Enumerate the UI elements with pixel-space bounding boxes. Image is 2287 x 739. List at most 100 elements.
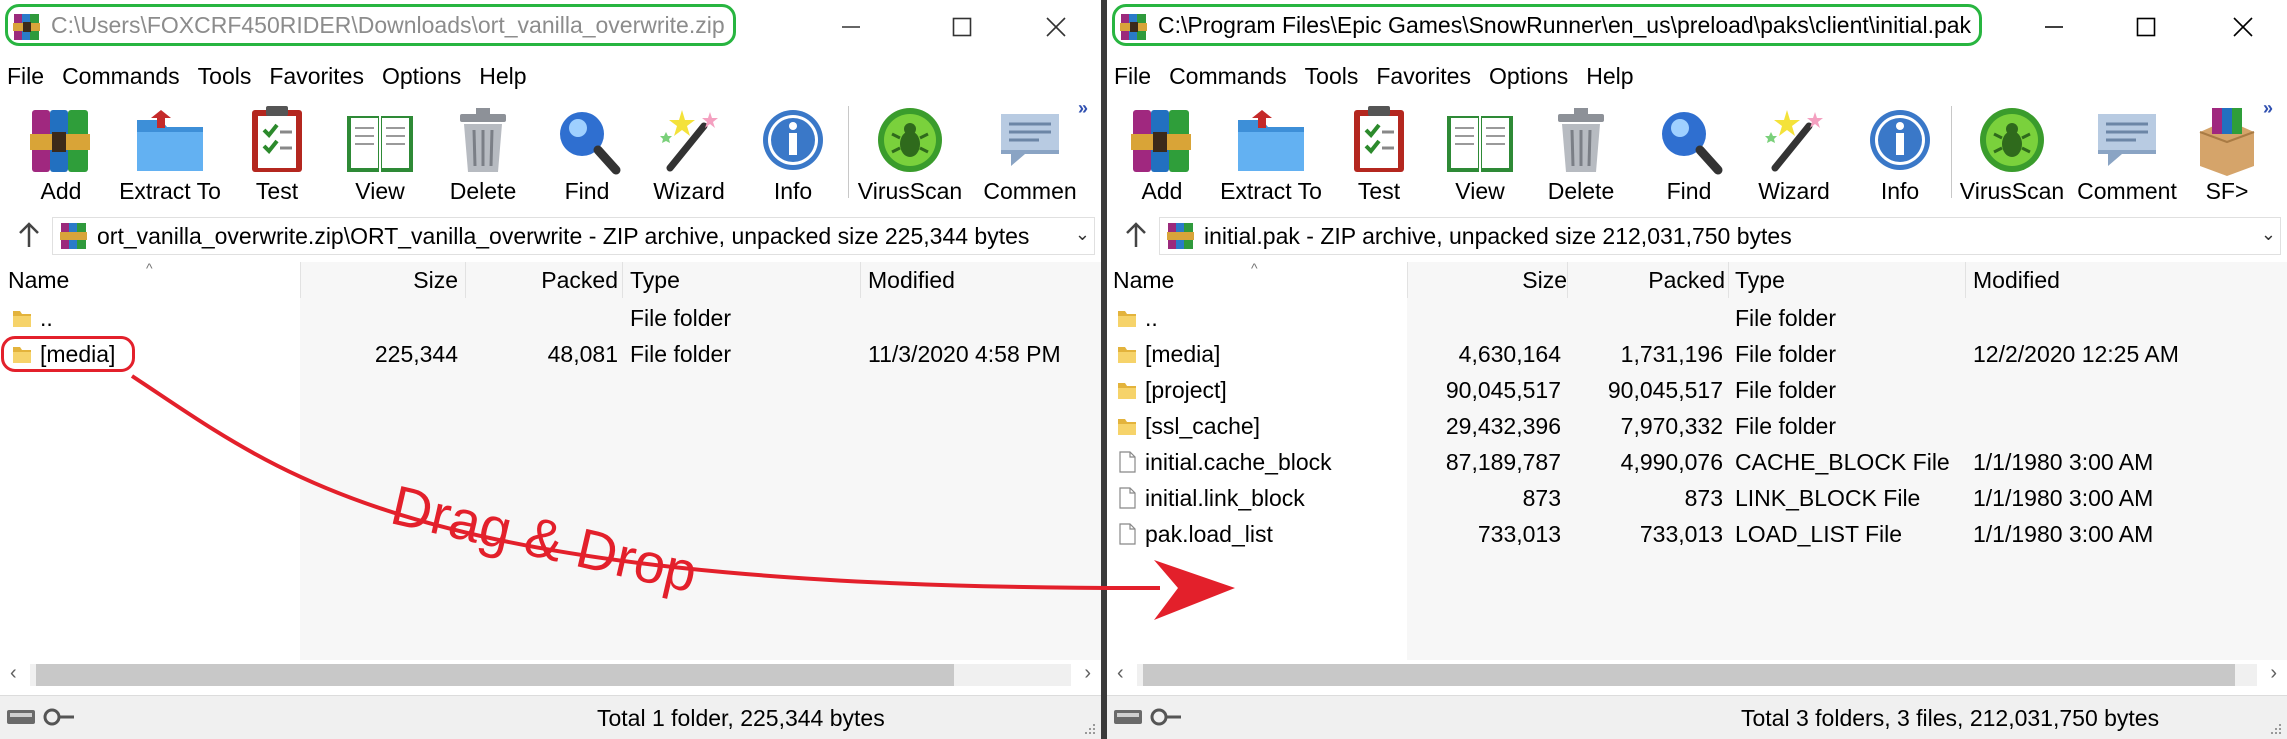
address-dropdown-chevron-icon[interactable]: ⌄ <box>2261 224 2276 245</box>
menu-file[interactable]: File <box>1107 63 1160 90</box>
menu-favorites[interactable]: Favorites <box>260 63 373 90</box>
table-row[interactable]: pak.load_list 733,013 733,013 LOAD_LIST … <box>1107 516 2287 552</box>
column-separator[interactable] <box>465 262 466 298</box>
info-button[interactable]: Info <box>756 96 830 206</box>
column-header-modified[interactable]: Modified <box>868 262 955 298</box>
table-row[interactable]: [project] 90,045,517 90,045,517 File fol… <box>1107 372 2287 408</box>
column-header-name[interactable]: Name <box>1113 262 1174 298</box>
column-header-size[interactable]: Size <box>400 262 458 298</box>
address-field[interactable]: ort_vanilla_overwrite.zip\ORT_vanilla_ov… <box>52 217 1095 255</box>
view-button[interactable]: View <box>338 96 422 206</box>
column-separator[interactable] <box>1965 262 1966 298</box>
scroll-thumb[interactable] <box>36 664 954 686</box>
test-button[interactable]: Test <box>240 96 314 206</box>
folder-icon <box>1118 419 1136 435</box>
menu-favorites[interactable]: Favorites <box>1367 63 1480 90</box>
file-icon <box>1119 487 1136 509</box>
toolbar-separator <box>1951 106 1952 198</box>
column-header-packed[interactable]: Packed <box>530 262 618 298</box>
extract-to-button[interactable]: Extract To <box>1219 96 1323 206</box>
find-button[interactable]: Find <box>550 96 624 206</box>
virusscan-button[interactable]: VirusScan <box>858 96 962 206</box>
close-button[interactable] <box>1032 8 1080 46</box>
menu-commands[interactable]: Commands <box>53 63 189 90</box>
virus-scan-bug-icon <box>878 108 942 172</box>
find-button[interactable]: Find <box>1652 96 1726 206</box>
virusscan-button[interactable]: VirusScan <box>1960 96 2064 206</box>
trash-can-icon <box>1558 108 1604 172</box>
column-separator[interactable] <box>1407 262 1408 298</box>
comment-button[interactable]: Commen <box>980 96 1080 206</box>
file-packed: 733,013 <box>1639 521 1723 547</box>
title-bar[interactable]: C:\Program Files\Epic Games\SnowRunner\e… <box>1107 0 2287 54</box>
delete-button[interactable]: Delete <box>446 96 520 206</box>
column-separator[interactable] <box>1728 262 1729 298</box>
table-row[interactable]: .. File folder <box>1107 300 2287 336</box>
column-header-type[interactable]: Type <box>1735 262 1785 298</box>
table-row[interactable]: [media] 225,344 48,081 File folder 11/3/… <box>0 336 1101 372</box>
minimize-button[interactable] <box>2030 8 2078 46</box>
menu-file[interactable]: File <box>0 63 53 90</box>
scroll-left-icon[interactable]: ‹ <box>1117 662 1124 685</box>
horizontal-scrollbar[interactable]: ‹ › <box>1107 660 2287 690</box>
scroll-left-icon[interactable]: ‹ <box>10 662 17 685</box>
column-separator[interactable] <box>300 262 301 298</box>
column-header-name[interactable]: Name <box>8 262 69 298</box>
delete-button[interactable]: Delete <box>1544 96 1618 206</box>
table-row[interactable]: [ssl_cache] 29,432,396 7,970,332 File fo… <box>1107 408 2287 444</box>
extract-to-label: Extract To <box>119 178 221 204</box>
scroll-thumb[interactable] <box>1143 664 2235 686</box>
menu-commands[interactable]: Commands <box>1160 63 1296 90</box>
toolbar-overflow-chevron-icon[interactable]: » <box>1078 98 1088 119</box>
close-button[interactable] <box>2219 8 2267 46</box>
comment-button[interactable]: Comment <box>2075 96 2179 206</box>
column-separator[interactable] <box>622 262 623 298</box>
maximize-button[interactable] <box>938 8 986 46</box>
address-dropdown-chevron-icon[interactable]: ⌄ <box>1075 224 1090 245</box>
toolbar-overflow-chevron-icon[interactable]: » <box>2263 98 2273 119</box>
menu-options[interactable]: Options <box>373 63 470 90</box>
column-header-modified[interactable]: Modified <box>1973 262 2060 298</box>
menu-options[interactable]: Options <box>1480 63 1577 90</box>
menu-tools[interactable]: Tools <box>189 63 261 90</box>
table-row[interactable]: initial.link_block 873 873 LINK_BLOCK Fi… <box>1107 480 2287 516</box>
wizard-button[interactable]: Wizard <box>1754 96 1834 206</box>
menu-tools[interactable]: Tools <box>1296 63 1368 90</box>
column-separator[interactable] <box>860 262 861 298</box>
address-field[interactable]: initial.pak - ZIP archive, unpacked size… <box>1159 217 2281 255</box>
extract-to-button[interactable]: Extract To <box>118 96 222 206</box>
column-header-packed[interactable]: Packed <box>1637 262 1725 298</box>
info-button[interactable]: Info <box>1863 96 1937 206</box>
scroll-right-icon[interactable]: › <box>2270 662 2277 685</box>
file-packed: 7,970,332 <box>1620 413 1723 439</box>
view-button[interactable]: View <box>1438 96 1522 206</box>
file-type: File folder <box>630 341 731 367</box>
title-bar[interactable]: C:\Users\FOXCRF450RIDER\Downloads\ort_va… <box>0 0 1101 54</box>
open-book-icon <box>1447 116 1513 172</box>
column-header-size[interactable]: Size <box>1497 262 1567 298</box>
minimize-button[interactable] <box>827 8 875 46</box>
sfx-button[interactable]: SF> <box>2197 96 2257 206</box>
menu-help[interactable]: Help <box>470 63 535 90</box>
scroll-right-icon[interactable]: › <box>1084 662 1091 685</box>
maximize-button[interactable] <box>2122 8 2170 46</box>
resize-grip-icon[interactable] <box>1083 722 1097 736</box>
menu-bar: File Commands Tools Favorites Options He… <box>1107 58 1643 94</box>
wizard-button[interactable]: Wizard <box>652 96 726 206</box>
comment-bubble-icon <box>1001 114 1059 166</box>
up-one-level-arrow-icon[interactable] <box>1123 221 1149 249</box>
up-one-level-arrow-icon[interactable] <box>16 221 42 249</box>
resize-grip-icon[interactable] <box>2269 722 2283 736</box>
add-button[interactable]: Add <box>1125 96 1199 206</box>
column-separator[interactable] <box>1567 262 1568 298</box>
column-header-type[interactable]: Type <box>630 262 680 298</box>
table-row[interactable]: .. File folder <box>0 300 1101 336</box>
status-text: Total 3 folders, 3 files, 212,031,750 by… <box>1741 705 2160 731</box>
menu-help[interactable]: Help <box>1577 63 1642 90</box>
sort-ascending-icon: ^ <box>146 260 153 276</box>
add-button[interactable]: Add <box>24 96 98 206</box>
horizontal-scrollbar[interactable]: ‹ › <box>0 660 1101 690</box>
table-row[interactable]: [media] 4,630,164 1,731,196 File folder … <box>1107 336 2287 372</box>
table-row[interactable]: initial.cache_block 87,189,787 4,990,076… <box>1107 444 2287 480</box>
test-button[interactable]: Test <box>1342 96 1416 206</box>
